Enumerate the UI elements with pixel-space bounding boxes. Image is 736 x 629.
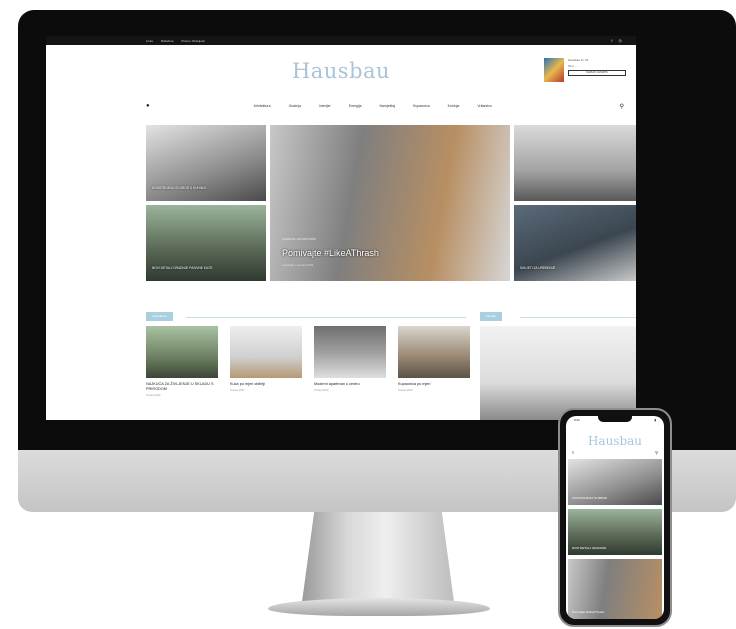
article-thumbnail[interactable] — [230, 326, 302, 378]
featured-tile[interactable]: NOVI DETALJ GRADNJE PASIVNE KUĆE — [146, 205, 266, 281]
facebook-icon[interactable]: f — [611, 38, 612, 43]
monitor-base — [268, 598, 490, 616]
mobile-tile[interactable]: NOVI DETALJ GRADNJE — [568, 509, 662, 555]
desktop-website: Links Bollettina Pravne Obavijesti f ◎ H… — [46, 36, 636, 420]
article-title[interactable]: Kuća po mjeri obitelji — [230, 382, 302, 387]
nav-item[interactable]: Energija — [349, 104, 362, 108]
menu-icon[interactable]: ● — [146, 103, 150, 109]
article-card[interactable]: Kupaonica po mjeri Travanj 2022 — [398, 326, 470, 397]
article-title[interactable]: Kupaonica po mjeri — [398, 382, 470, 387]
promo-line: Hausbau 8 / 22 — [568, 58, 589, 62]
nav-items: Arhitektura Gradnja Interijer Energija N… — [254, 104, 492, 108]
article-date: Travanj 2022 — [230, 389, 245, 392]
main-nav: ● Arhitektura Gradnja Interijer Energija… — [146, 98, 636, 114]
menu-icon[interactable]: ≡ — [572, 450, 574, 455]
section-label[interactable]: Arhitektura — [146, 312, 173, 321]
article-card[interactable]: NAJKUĆA ZA ŽIVLJENJE U SKLADU S PRIRODOM… — [146, 326, 218, 397]
mobile-tile[interactable]: Pomivajte #LikeAThrash — [568, 559, 662, 619]
hero-title: Pomivajte #LikeAThrash — [282, 248, 379, 258]
monitor-stand — [302, 512, 454, 602]
section-divider — [520, 317, 636, 318]
phone-mockup: 9:41 ▮ Hausbau ≡ ⚲ KONSTRUIRAJ SI IZBOR … — [558, 408, 672, 627]
article-thumbnail[interactable] — [480, 326, 636, 420]
article-cards: NAJKUĆA ZA ŽIVLJENJE U SKLADU S PRIRODOM… — [146, 326, 470, 397]
featured-tile[interactable]: SAVJETI ZA UREĐENJE — [514, 205, 636, 281]
section-divider — [186, 317, 466, 318]
featured-tile[interactable]: KONSTRUIRAJ SI IZBOR U KUHINJI — [146, 125, 266, 201]
article-date: Travanj 2022 — [314, 389, 329, 392]
article-thumbnail[interactable] — [146, 326, 218, 378]
mobile-tile[interactable]: KONSTRUIRAJ SI IZBOR — [568, 459, 662, 505]
search-icon[interactable]: ⚲ — [620, 103, 624, 110]
mobile-tile-caption: KONSTRUIRAJ SI IZBOR — [572, 496, 607, 500]
section-interior: Interijer — [480, 304, 636, 420]
mobile-tile-caption: NOVI DETALJ GRADNJE — [572, 546, 607, 550]
nav-item[interactable]: Gradnja — [289, 104, 301, 108]
hero-tag: KUHINJA • ZA VAŠ DOM — [282, 237, 316, 241]
instagram-icon[interactable]: ◎ — [619, 38, 623, 43]
phone-time: 9:41 — [574, 418, 580, 422]
social-links: f ◎ — [611, 38, 622, 43]
site-header: Hausbau Hausbau 8 / 22 Sh u ... NARUČI Č… — [46, 45, 636, 97]
nav-item[interactable]: Kupaonica — [413, 104, 430, 108]
promo-line: Sh u ... — [568, 64, 578, 68]
topbar-link[interactable]: Pravne Obavijesti — [181, 39, 205, 43]
subscribe-button[interactable]: NARUČI ČASOPIS — [568, 70, 626, 76]
search-icon[interactable]: ⚲ — [655, 450, 658, 455]
article-title[interactable]: Moderni apartman u centru — [314, 382, 386, 387]
nav-item[interactable]: Vrtlarstvo — [477, 104, 492, 108]
topbar-link[interactable]: Links — [146, 39, 153, 43]
product-mockup: Links Bollettina Pravne Obavijesti f ◎ H… — [0, 0, 736, 629]
mobile-nav: ≡ ⚲ — [566, 450, 664, 455]
promo-text: Hausbau 8 / 22 Sh u ... NARUČI ČASOPIS — [568, 58, 626, 82]
article-date: Travanj 2022 — [398, 389, 413, 392]
tile-caption: SAVJETI ZA UREĐENJE — [520, 266, 556, 270]
tile-caption: KONSTRUIRAJ SI IZBOR U KUHINJI — [152, 186, 206, 190]
article-thumbnail[interactable] — [398, 326, 470, 378]
nav-item[interactable]: Interijer — [319, 104, 331, 108]
tile-caption: NOVI DETALJ GRADNJE PASIVNE KUĆE — [152, 266, 213, 270]
section-label[interactable]: Interijer — [480, 312, 503, 321]
magazine-promo: Hausbau 8 / 22 Sh u ... NARUČI ČASOPIS — [544, 58, 626, 82]
nav-item[interactable]: Namještaj — [380, 104, 396, 108]
battery-icon: ▮ — [654, 418, 656, 422]
section-architecture: Arhitektura NAJKUĆA ZA ŽIVLJENJE U SKLAD… — [146, 304, 470, 397]
hero-tile[interactable]: KUHINJA • ZA VAŠ DOM Pomivajte #LikeAThr… — [270, 125, 510, 281]
mobile-website: 9:41 ▮ Hausbau ≡ ⚲ KONSTRUIRAJ SI IZBOR … — [566, 416, 664, 619]
phone-notch — [598, 416, 632, 422]
top-bar: Links Bollettina Pravne Obavijesti f ◎ — [46, 36, 636, 45]
article-card[interactable]: Moderni apartman u centru Travanj 2022 — [314, 326, 386, 397]
article-thumbnail[interactable] — [314, 326, 386, 378]
nav-item[interactable]: Arhitektura — [254, 104, 271, 108]
article-card[interactable]: Kuća po mjeri obitelji Travanj 2022 — [230, 326, 302, 397]
featured-tile[interactable] — [514, 125, 636, 201]
mobile-logo[interactable]: Hausbau — [566, 434, 664, 448]
hero-meta: redakcija • travanj 2022 — [282, 263, 314, 267]
article-title[interactable]: NAJKUĆA ZA ŽIVLJENJE U SKLADU S PRIRODOM — [146, 382, 218, 392]
topbar-link[interactable]: Bollettina — [161, 39, 173, 43]
article-date: Travanj 2022 — [146, 394, 161, 397]
magazine-cover[interactable] — [544, 58, 564, 82]
nav-item[interactable]: Kuhinja — [448, 104, 460, 108]
mobile-tile-caption: Pomivajte #LikeAThrash — [572, 610, 605, 614]
